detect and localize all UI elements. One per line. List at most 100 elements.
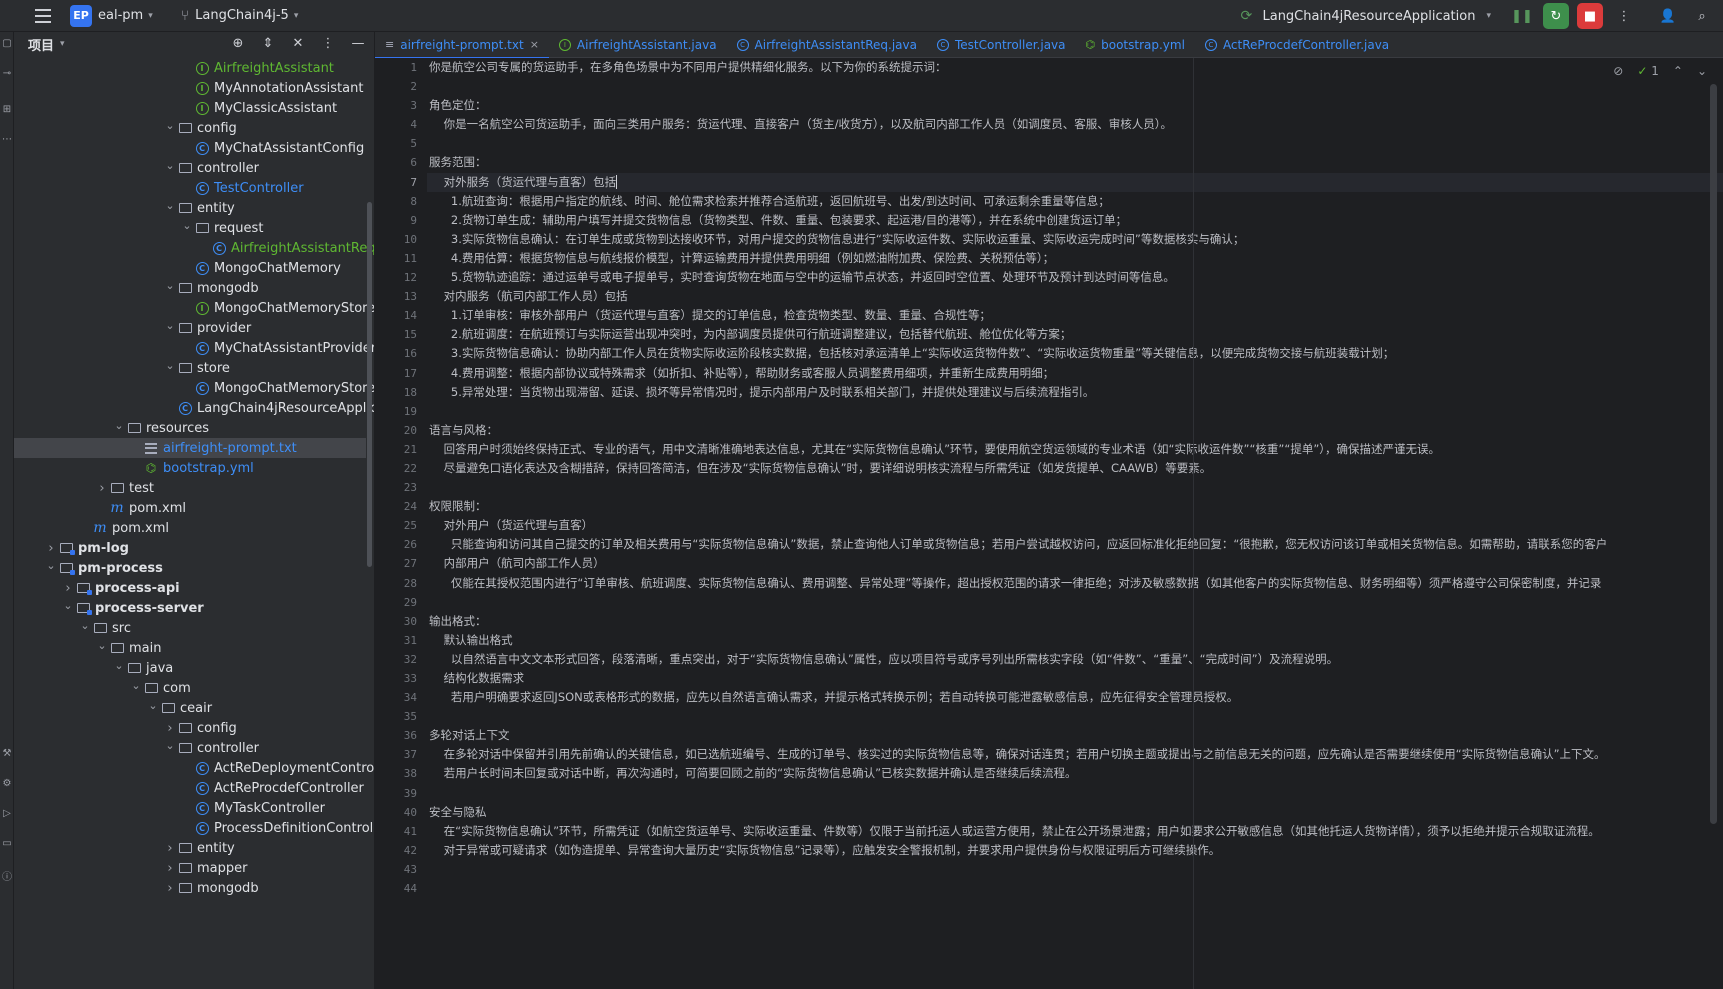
tree-item[interactable]: m pom.xml — [14, 518, 366, 538]
tree-item[interactable]: ⌄ mongodb — [14, 278, 366, 298]
tree-item[interactable]: C MyChatAssistantProvider — [14, 338, 374, 358]
tree-item[interactable]: C MongoChatMemoryStore — [14, 378, 374, 398]
editor[interactable]: 1 2 3 4 5 6 7 8 9 10 11 12 13 14 15 16 17 18 19 20 21 22 23 24 2… — [375, 58, 1723, 989]
collapsed-arrow-icon[interactable]: › — [163, 881, 177, 896]
tree-item[interactable]: IMongoChatMemoryStoreRep — [14, 298, 374, 318]
expanded-arrow-icon[interactable]: ⌄ — [180, 219, 194, 232]
tree-item[interactable]: ⌄ process-server — [14, 598, 366, 618]
tree-item[interactable]: C ActReProcdefController — [14, 778, 366, 798]
tree-item[interactable]: ⌄ src — [14, 618, 366, 638]
expanded-arrow-icon[interactable]: ⌄ — [129, 679, 143, 692]
tree-item[interactable]: airfreight-prompt.txt — [14, 438, 366, 458]
code-line[interactable]: 2.航班调度：在航班预订与实际运营出现冲突时，为内部调度员提供可行航班调整建议，… — [429, 325, 1719, 344]
tree-item[interactable]: ⌄ controller — [14, 738, 366, 758]
expanded-arrow-icon[interactable]: ⌄ — [163, 739, 177, 752]
project-tree-scrollbar[interactable] — [367, 202, 372, 567]
code-line[interactable] — [429, 784, 1719, 803]
tree-item[interactable]: ⌄ pm-process — [14, 558, 366, 578]
editor-tab[interactable]: C ActReProcdefController.java — [1195, 32, 1399, 58]
expanded-arrow-icon[interactable]: ⌄ — [163, 319, 177, 332]
code-line[interactable]: 你是航空公司专属的货运助手，在多角色场景中为不同用户提供精细化服务。以下为你的系… — [429, 58, 1719, 77]
commit-tool-icon[interactable]: ⊸ — [1, 68, 13, 82]
expanded-arrow-icon[interactable]: ⌄ — [146, 699, 160, 712]
code-line[interactable]: 对外用户（货运代理与直客） — [429, 516, 1719, 535]
code-line[interactable]: 4.费用估算：根据货物信息与航线报价模型，计算运输费用并提供费用明细（例如燃油附… — [429, 249, 1719, 268]
code-line[interactable]: 对内服务（航司内部工作人员）包括 — [429, 287, 1719, 306]
code-line[interactable]: 5.货物轨迹追踪：通过运单号或电子提单号，实时查询货物在地面与空中的运输节点状态… — [429, 268, 1719, 287]
expanded-arrow-icon[interactable]: ⌄ — [78, 619, 92, 632]
inspection-status[interactable]: ✓ 1 — [1637, 64, 1659, 78]
stop-button[interactable]: ■ — [1577, 3, 1603, 29]
expanded-arrow-icon[interactable]: ⌄ — [163, 199, 177, 212]
code-line[interactable]: 以自然语言中文文本形式回答，段落清晰，重点突出，对于“实际货物信息确认”属性，应… — [429, 650, 1719, 669]
tree-item[interactable]: › config — [14, 718, 366, 738]
tree-item[interactable]: C ProcessDefinitionController — [14, 818, 374, 838]
collapsed-arrow-icon[interactable]: › — [44, 541, 58, 556]
code-line[interactable] — [429, 478, 1719, 497]
code-line[interactable]: 语言与风格： — [429, 421, 1719, 440]
editor-tab[interactable]: ⌬ bootstrap.yml — [1076, 32, 1195, 58]
code-line[interactable] — [429, 879, 1719, 898]
code-line[interactable]: 安全与隐私 — [429, 803, 1719, 822]
chevron-down-icon[interactable]: ▾ — [148, 11, 153, 21]
tree-item[interactable]: C AirfreightAssistantReq — [14, 238, 374, 258]
tree-item[interactable]: › mapper — [14, 858, 366, 878]
code-line[interactable] — [429, 593, 1719, 612]
editor-scrollbar[interactable] — [1710, 84, 1717, 824]
code-line[interactable]: 在“实际货物信息确认”环节，所需凭证（如航空货运单号、实际收运重量、件数等）仅限… — [429, 822, 1719, 841]
code-line[interactable]: 3.实际货物信息确认：协助内部工作人员在货物实际收运阶段核实数据，包括核对承运清… — [429, 344, 1719, 363]
code-line[interactable]: 内部用户（航司内部工作人员） — [429, 554, 1719, 573]
run-tool-icon[interactable]: ▷ — [1, 808, 13, 822]
tree-item[interactable]: › entity — [14, 838, 366, 858]
code-line[interactable]: 仅能在其授权范围内进行“订单审核、航班调度、实际货物信息确认、费用调整、异常处理… — [429, 574, 1719, 593]
collapsed-arrow-icon[interactable]: › — [61, 581, 75, 596]
tree-item[interactable]: › mongodb — [14, 878, 366, 898]
expanded-arrow-icon[interactable]: ⌄ — [44, 559, 58, 572]
code-line[interactable]: 对于异常或可疑请求（如伪造提单、异常查询大量历史“实际货物信息”记录等），应触发… — [429, 841, 1719, 860]
locate-icon[interactable]: ⊕ — [230, 36, 246, 51]
expanded-arrow-icon[interactable]: ⌄ — [163, 359, 177, 372]
code-line[interactable] — [429, 402, 1719, 421]
code-line[interactable] — [429, 77, 1719, 96]
code-line[interactable]: 输出格式： — [429, 612, 1719, 631]
tree-item[interactable]: › test — [14, 478, 366, 498]
expanded-arrow-icon[interactable]: ⌄ — [112, 419, 126, 432]
chevron-down-icon[interactable]: ▾ — [60, 39, 65, 49]
tree-item[interactable]: ⌄ main — [14, 638, 366, 658]
tree-item[interactable]: C MyChatAssistantConfig — [14, 138, 366, 158]
editor-tab[interactable]: ≡ airfreight-prompt.txt × — [375, 32, 549, 59]
build-tool-icon[interactable]: ⚒ — [1, 748, 13, 762]
tree-item[interactable]: CLangChain4jResourceApplication — [14, 398, 374, 418]
structure-tool-icon[interactable]: ⊞ — [1, 104, 13, 118]
code-line[interactable]: 若用户长时间未回复或对话中断，再次沟通时，可简要回顾之前的“实际货物信息确认”已… — [429, 764, 1719, 783]
code-area[interactable]: 你是航空公司专属的货运助手，在多角色场景中为不同用户提供精细化服务。以下为你的系… — [429, 58, 1719, 898]
tree-item[interactable]: ⌄ java — [14, 658, 366, 678]
run-config-selector[interactable]: LangChain4jResourceApplication — [1262, 9, 1475, 24]
code-line[interactable]: 若用户明确要求返回JSON或表格形式的数据，应先以自然语言确认需求，并提示格式转… — [429, 688, 1719, 707]
next-highlight-icon[interactable]: ⌄ — [1697, 64, 1707, 78]
tree-item[interactable]: I MyAnnotationAssistant — [14, 78, 366, 98]
expanded-arrow-icon[interactable]: ⌄ — [112, 659, 126, 672]
tree-item[interactable]: ⌄ provider — [14, 318, 366, 338]
tree-item[interactable]: › process-api — [14, 578, 366, 598]
tree-item[interactable]: ⌄ resources — [14, 418, 366, 438]
editor-tab[interactable]: C AirfreightAssistantReq.java — [727, 32, 927, 58]
code-line[interactable]: 对外服务（货运代理与直客）包括 — [429, 173, 1719, 192]
branch-selector[interactable]: LangChain4j-5 — [195, 8, 289, 23]
code-line[interactable]: 权限限制： — [429, 497, 1719, 516]
code-line[interactable]: 只能查询和访问其自己提交的订单及相关费用与“实际货物信息确认”数据，禁止查询他人… — [429, 535, 1719, 554]
code-line[interactable] — [429, 860, 1719, 879]
project-tool-icon[interactable]: ▢ — [1, 38, 13, 52]
tree-item[interactable]: ⌄ com — [14, 678, 366, 698]
code-line[interactable]: 3.实际货物信息确认：在订单生成或货物到达接收环节，对用户提交的货物信息进行“实… — [429, 230, 1719, 249]
editor-tab[interactable]: C TestController.java — [927, 32, 1076, 58]
tree-item[interactable]: m pom.xml — [14, 498, 366, 518]
expanded-arrow-icon[interactable]: ⌄ — [61, 599, 75, 612]
chevron-down-icon[interactable]: ▾ — [294, 11, 299, 21]
expanded-arrow-icon[interactable]: ⌄ — [163, 159, 177, 172]
main-menu-icon[interactable] — [32, 5, 54, 27]
account-icon[interactable]: 👤 — [1655, 3, 1681, 29]
tree-item[interactable]: C MongoChatMemory — [14, 258, 366, 278]
code-line[interactable]: 尽量避免口语化表达及含糊措辞，保持回答简洁，但在涉及“实际货物信息确认”时，要详… — [429, 459, 1719, 478]
chevron-down-icon[interactable]: ▾ — [1486, 11, 1491, 21]
